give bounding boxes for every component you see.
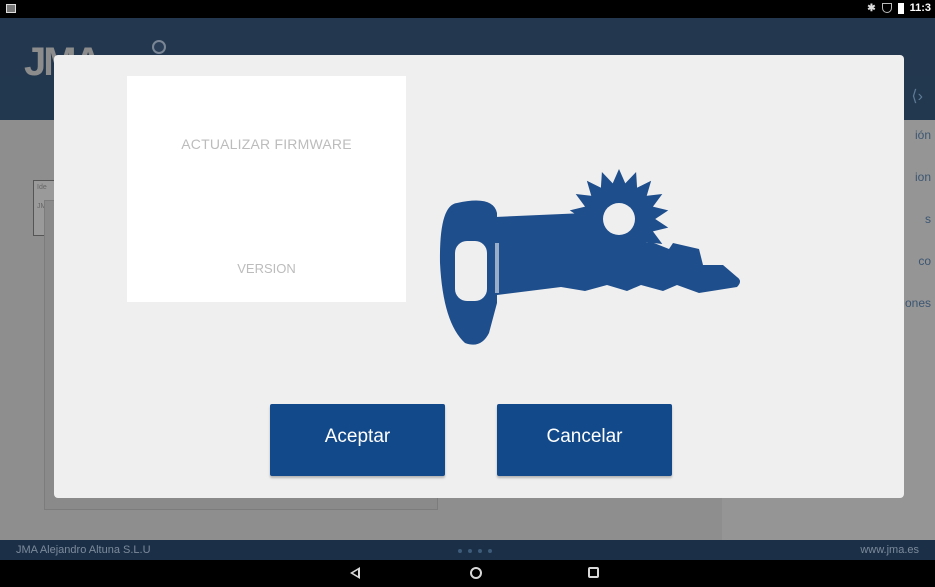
system-nav-bar — [0, 560, 935, 587]
side-menu-item[interactable]: ones — [905, 296, 931, 310]
website-link[interactable]: www.jma.es — [860, 544, 919, 556]
home-button[interactable] — [470, 564, 482, 579]
key-cutter-icon — [439, 169, 740, 345]
page-indicator — [458, 544, 508, 553]
firmware-title: ACTUALIZAR FIRMWARE — [181, 136, 352, 152]
back-button[interactable] — [350, 564, 360, 579]
recents-icon — [588, 567, 599, 578]
notification-icon — [6, 4, 16, 13]
side-menu-item[interactable]: s — [925, 212, 931, 226]
wifi-icon — [881, 3, 892, 13]
recents-button[interactable] — [588, 564, 599, 578]
clock: 11:3 — [909, 2, 931, 14]
bluetooth-icon: ✱ — [867, 2, 876, 14]
logo-mark-icon — [152, 40, 166, 54]
app-footer: JMA Alejandro Altuna S.L.U www.jma.es — [0, 540, 935, 560]
accept-button[interactable]: Aceptar — [270, 404, 445, 476]
screen: ✱ 11:3 JMA ⟨› Ide JMA ión ion s co ones … — [0, 0, 935, 587]
status-bar: ✱ 11:3 — [0, 0, 935, 18]
cancel-button[interactable]: Cancelar — [497, 404, 672, 476]
battery-icon — [897, 2, 904, 14]
side-menu-item[interactable]: ión — [915, 128, 931, 142]
home-icon — [470, 567, 482, 579]
side-menu-item[interactable]: ion — [915, 170, 931, 184]
company-name: JMA Alejandro Altuna S.L.U — [16, 544, 151, 556]
settings-toggle-icon[interactable]: ⟨› — [911, 86, 923, 106]
side-menu-item[interactable]: co — [918, 254, 931, 268]
firmware-update-dialog: ACTUALIZAR FIRMWARE VERSION Aceptar Canc… — [54, 55, 904, 498]
back-icon — [350, 567, 360, 579]
firmware-info-card: ACTUALIZAR FIRMWARE VERSION — [127, 76, 406, 302]
status-indicators: ✱ 11:3 — [867, 2, 931, 14]
firmware-version: VERSION — [237, 261, 296, 276]
